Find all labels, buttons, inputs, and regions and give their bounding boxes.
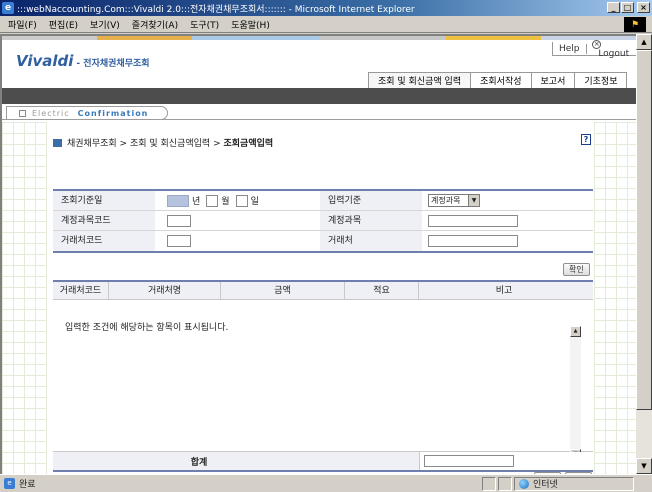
minimize-button[interactable]: _ [607,2,620,13]
status-left: e 완료 [0,477,480,490]
empty-message: 입력한 조건에 해당하는 항목이 표시됩니다. [65,323,229,333]
globe-icon [519,478,529,489]
account-code-label: 계정과목코드 [53,211,155,230]
sum-value-field [419,452,593,470]
breadcrumb-current: 조회금액입력 [223,139,274,149]
vendor-code-input[interactable] [167,235,191,247]
month-unit: 월 [221,197,230,207]
breadcrumb-icon [53,138,62,147]
scroll-up-icon[interactable]: ▲ [570,326,581,337]
breadcrumb-level1: 채권채무조회 > [67,139,128,149]
list-scrollbar[interactable]: ▲ ▼ [570,326,581,460]
menu-tools[interactable]: 도구(T) [190,18,219,31]
account-label: 계정과목 [320,211,422,230]
grid-panel-right [594,122,636,474]
col-vendor-code: 거래처코드 [53,282,109,299]
date-label: 조회기준일 [53,191,155,210]
window-title: :::webNaccounting.Com:::Vivaldi 2.0:::전자… [17,4,415,15]
scroll-thumb[interactable] [636,50,652,410]
breadcrumb: 채권채무조회 > 조회 및 회신금액입력 > 조회금액입력 [53,136,273,149]
page-done-icon: e [4,478,15,489]
year-unit: 년 [192,197,201,207]
account-code-field [155,211,320,230]
sum-input[interactable] [424,455,514,467]
browser-viewport: Vivaldi - 전자채권채무조회 Help ×Logout 조회 및 회신금액… [0,34,636,474]
menu-file[interactable]: 파일(F) [8,18,37,31]
input-basis-select[interactable]: 계정과목 ▼ [428,194,480,207]
vendor-code-field [155,231,320,251]
list-body: 입력한 조건에 해당하는 항목이 표시됩니다. ▲ ▼ [53,300,593,460]
window-controls: _ □ × [607,2,650,13]
util-links: Help ×Logout [552,39,636,59]
content-panel: 채권채무조회 > 조회 및 회신금액입력 > 조회금액입력 ? 조회기준일 년 … [47,122,594,474]
vendor-code-label: 거래처코드 [53,231,155,251]
sub-nav-bar [2,88,636,104]
account-input[interactable] [428,214,518,227]
menu-favorites[interactable]: 즐겨찾기(A) [132,18,178,31]
date-fields: 년 월 일 [155,191,320,210]
zone-label: 인터넷 [533,480,558,490]
col-note: 비고 [495,286,513,296]
form-row-date: 조회기준일 년 월 일 입력기준 계정과목 ▼ [53,191,593,211]
result-list: 거래처코드 거래처명 금액 적요 비고 입력한 조건에 해당하는 항목이 표시됩… [53,280,593,474]
scroll-up-icon[interactable]: ▲ [636,34,652,50]
tab-divider [2,119,636,120]
menu-edit[interactable]: 편집(E) [49,18,78,31]
status-text: 완료 [19,480,36,490]
menu-bar: 파일(F) 편집(E) 보기(V) 즐겨찾기(A) 도구(T) 도움말(H) ⚑ [0,16,652,33]
site-header: Vivaldi - 전자채권채무조회 Help ×Logout 조회 및 회신금액… [2,39,636,92]
menu-help[interactable]: 도움말(H) [231,18,270,31]
sum-row: 합계 [53,452,593,472]
ie-icon: e [2,2,14,14]
vivaldi-logo[interactable]: Vivaldi - 전자채권채무조회 [16,52,150,70]
form-row-account: 계정과목코드 계정과목 [53,211,593,231]
tab-confirmation: Confirmation [77,108,149,118]
logout-link[interactable]: ×Logout [586,39,636,59]
close-button[interactable]: × [637,2,650,13]
status-bar: e 완료 인터넷 [0,474,652,492]
logo-subtitle: - 전자채권채무조회 [76,59,150,69]
status-segment [482,476,496,491]
help-link[interactable]: Help [553,44,586,54]
sum-label: 합계 [190,457,208,468]
grid-panel-left [2,122,47,474]
col-amount: 금액 [221,282,345,299]
col-vendor-name: 거래처명 [109,282,221,299]
help-icon[interactable]: ? [581,134,591,145]
windows-logo-icon: ⚑ [624,17,646,32]
logo-text: Vivaldi [16,52,74,70]
form-row-vendor: 거래처코드 거래처 [53,231,593,251]
input-basis-label: 입력기준 [320,191,422,210]
chevron-down-icon: ▼ [468,195,479,206]
year-input[interactable] [167,194,189,207]
security-zone: 인터넷 [514,476,634,491]
col-memo: 적요 [345,282,419,299]
section-tab: Electric Confirmation [6,106,168,120]
window-titlebar: e :::webNaccounting.Com:::Vivaldi 2.0:::… [0,0,652,16]
search-form: 조회기준일 년 월 일 입력기준 계정과목 ▼ 계정과목코드 계정과목 거래처코… [53,189,593,253]
logout-label: Logout [598,48,630,59]
breadcrumb-level2: 조회 및 회신금액입력 > [129,139,221,149]
input-basis-field: 계정과목 ▼ [422,191,593,210]
scroll-down-icon[interactable]: ▼ [636,458,652,474]
vendor-input[interactable] [428,235,518,247]
account-code-input[interactable] [167,214,191,227]
vendor-field [422,231,593,251]
logout-icon: × [592,39,602,49]
vendor-label: 거래처 [320,231,422,251]
input-basis-value: 계정과목 [431,196,461,205]
month-input[interactable] [206,194,219,207]
day-unit: 일 [250,197,259,207]
status-segment [498,476,512,491]
menu-view[interactable]: 보기(V) [90,18,120,31]
day-input[interactable] [235,194,248,207]
confirm-button[interactable]: 확인 [563,263,590,276]
page-scrollbar[interactable]: ▲ ▼ [636,34,652,474]
tab-electric: Electric [32,108,70,118]
list-header: 거래처코드 거래처명 금액 적요 비고 [53,280,593,300]
square-icon [19,109,26,117]
account-field [422,211,593,230]
maximize-button[interactable]: □ [621,2,634,13]
